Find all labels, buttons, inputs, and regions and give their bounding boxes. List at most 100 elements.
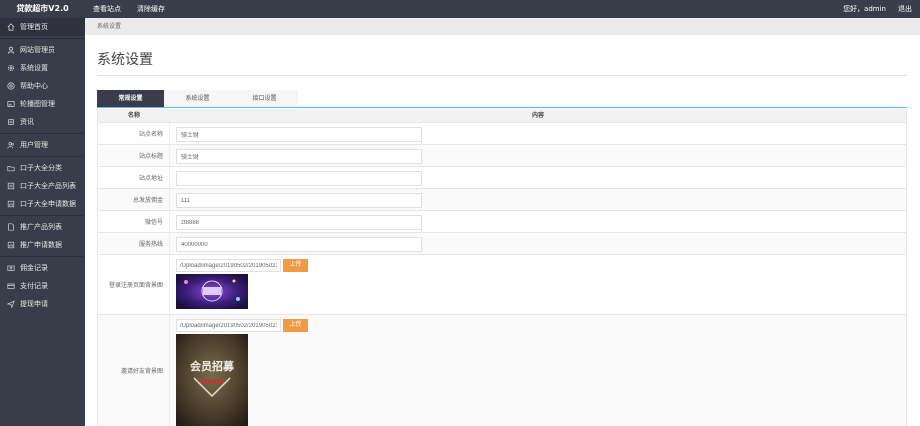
invite-bg-preview-image: 会员招募 (176, 334, 248, 426)
upload-button[interactable]: 上传 (283, 259, 308, 272)
tab-general-settings[interactable]: 常规设置 (97, 90, 164, 107)
sidebar-item-label: 用户管理 (20, 141, 48, 149)
sidebar-item-news[interactable]: 资讯 (0, 113, 85, 131)
table-row: 站点地址 (98, 167, 906, 189)
field-label: 微信号 (98, 211, 170, 232)
sidebar-item-carousel[interactable]: 轮播图管理 (0, 95, 85, 113)
user-info: 您好，admin 退出 (831, 0, 912, 18)
wechat-input[interactable] (176, 215, 422, 230)
table-row: 微信号 (98, 211, 906, 233)
total-commission-input[interactable] (176, 193, 422, 208)
user-greeting[interactable]: 您好，admin (843, 0, 886, 18)
users-icon (6, 141, 15, 150)
field-label: 站点地址 (98, 167, 170, 188)
view-site-link[interactable]: 查看站点 (93, 0, 121, 18)
news-icon (6, 118, 15, 127)
sidebar-item-loan-applications[interactable]: 口子大全申请数据 (0, 195, 85, 213)
sidebar-item-label: 管理首页 (20, 23, 48, 31)
column-header-content: 内容 (531, 112, 544, 119)
sidebar-item-promo-applications[interactable]: 推广申请数据 (0, 236, 85, 254)
main-content: 系统设置 系统设置 常规设置 系统设置 接口设置 名称 内容 站点名称 站点标题… (85, 18, 920, 426)
sidebar-item-settings[interactable]: 系统设置 (0, 59, 85, 77)
site-title-input[interactable] (176, 149, 422, 164)
column-header-name: 名称 (127, 112, 140, 119)
field-value (170, 233, 906, 254)
table-row: 总发放佣金 (98, 189, 906, 211)
doc-icon (6, 223, 15, 232)
logout-link[interactable]: 退出 (898, 0, 912, 18)
user-icon (6, 46, 15, 55)
field-value: 上传 (170, 255, 906, 314)
tab-system-settings[interactable]: 系统设置 (164, 90, 231, 107)
sidebar-item-users[interactable]: 用户管理 (0, 136, 85, 154)
site-name-input[interactable] (176, 127, 422, 142)
home-icon (6, 23, 15, 32)
sidebar-item-commission[interactable]: 佣金记录 (0, 259, 85, 277)
field-value (170, 189, 906, 210)
field-label: 站点标题 (98, 145, 170, 166)
folder-icon (6, 164, 15, 173)
upload-button[interactable]: 上传 (283, 319, 308, 332)
sidebar-item-label: 轮播图管理 (20, 100, 55, 108)
sidebar-item-promo-products[interactable]: 推广产品列表 (0, 218, 85, 236)
sidebar-item-label: 帮助中心 (20, 82, 48, 90)
top-bar: 贷款超市V2.0 查看站点 清除缓存 您好，admin 退出 (0, 0, 920, 18)
sidebar-item-label: 口子大全申请数据 (20, 200, 76, 208)
list-icon (6, 182, 15, 191)
clear-cache-link[interactable]: 清除缓存 (137, 0, 165, 18)
field-value: 上传 会员招募 (170, 315, 906, 426)
top-nav: 查看站点 清除缓存 (93, 0, 181, 18)
sidebar-item-label: 系统设置 (20, 64, 48, 72)
field-label: 站点名称 (98, 123, 170, 144)
sidebar-item-label: 推广申请数据 (20, 241, 62, 249)
hotline-input[interactable] (176, 237, 422, 252)
sidebar-item-label: 口子大全分类 (20, 164, 62, 172)
sidebar: 管理首页 网站管理员 系统设置 帮助中心 轮播图管理 资讯 用户管理 口子大全分… (0, 18, 85, 426)
sidebar-item-payments[interactable]: 支付记录 (0, 277, 85, 295)
money-icon (6, 264, 15, 273)
sidebar-item-label: 口子大全产品列表 (20, 182, 76, 190)
image-icon (6, 100, 15, 109)
field-value (170, 211, 906, 232)
invite-bg-image-text: 会员招募 (190, 359, 235, 373)
login-bg-preview-image (176, 274, 248, 309)
sidebar-item-loan-products[interactable]: 口子大全产品列表 (0, 177, 85, 195)
card-icon (6, 282, 15, 291)
field-label: 邀请好友背景图 (98, 315, 170, 426)
table-row: 登录注册页面背景图 上传 (98, 255, 906, 315)
tab-underline (97, 107, 907, 108)
title-divider (97, 75, 907, 76)
send-icon (6, 300, 15, 309)
login-bg-path-input[interactable] (176, 259, 281, 272)
table-row: 邀请好友背景图 上传 会员招募 (98, 315, 906, 426)
sidebar-item-home[interactable]: 管理首页 (0, 18, 85, 36)
sidebar-item-loan-categories[interactable]: 口子大全分类 (0, 159, 85, 177)
breadcrumb: 系统设置 (85, 18, 920, 35)
brand-logo[interactable]: 贷款超市V2.0 (0, 0, 85, 18)
data-icon (6, 241, 15, 250)
sidebar-item-label: 网站管理员 (20, 46, 55, 54)
settings-table: 名称 内容 站点名称 站点标题 站点地址 总发放佣金 微信号 服务热线 (97, 109, 907, 426)
settings-tabs: 常规设置 系统设置 接口设置 (97, 90, 298, 107)
site-url-input[interactable] (176, 171, 422, 186)
sidebar-item-label: 支付记录 (20, 282, 48, 290)
tab-api-settings[interactable]: 接口设置 (231, 90, 298, 107)
table-row: 站点名称 (98, 123, 906, 145)
upload-group: 上传 (176, 259, 900, 272)
sidebar-item-label: 资讯 (20, 118, 34, 126)
invite-bg-path-input[interactable] (176, 319, 281, 332)
field-label: 服务热线 (98, 233, 170, 254)
sidebar-item-withdrawals[interactable]: 提现申请 (0, 295, 85, 313)
field-value (170, 145, 906, 166)
data-icon (6, 200, 15, 209)
sidebar-item-label: 提现申请 (20, 300, 48, 308)
field-value (170, 123, 906, 144)
sidebar-item-admins[interactable]: 网站管理员 (0, 41, 85, 59)
sidebar-item-help[interactable]: 帮助中心 (0, 77, 85, 95)
table-row: 站点标题 (98, 145, 906, 167)
sidebar-item-label: 推广产品列表 (20, 223, 62, 231)
upload-group: 上传 (176, 319, 900, 332)
page-title: 系统设置 (97, 52, 153, 68)
field-value (170, 167, 906, 188)
gear-icon (6, 64, 15, 73)
